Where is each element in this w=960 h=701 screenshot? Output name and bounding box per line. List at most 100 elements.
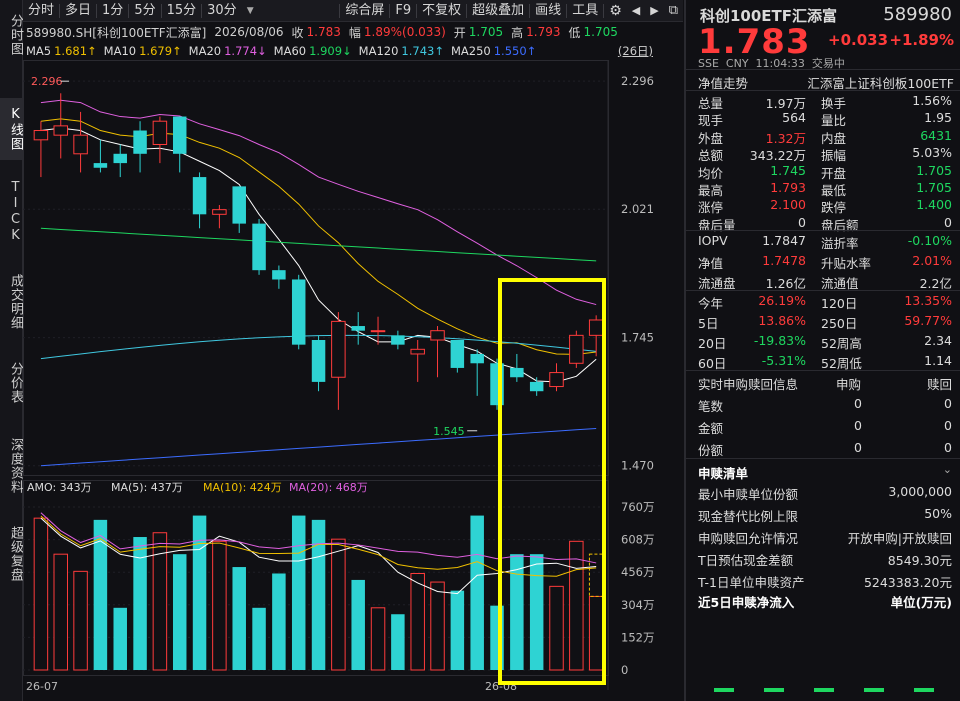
- candle-body-down: [470, 353, 484, 364]
- list-collapse-icon[interactable]: ⌄: [943, 463, 952, 476]
- candle-body-up: [53, 125, 68, 136]
- redeem-cell: 0: [944, 396, 952, 411]
- candle-body-down: [172, 116, 187, 154]
- perf-label: 52周高: [821, 336, 862, 351]
- kline-info-line: 589980.SH[科创100ETF汇添富] 2026/08/06 收 1.78…: [23, 22, 683, 42]
- stats-value: 5.03%: [912, 145, 952, 161]
- list-cell: T日预估现金差额: [698, 553, 794, 568]
- divider: [686, 69, 960, 70]
- composite-screen-button[interactable]: 综合屏: [340, 0, 389, 22]
- next-icon[interactable]: ▶: [645, 0, 663, 22]
- period-timeshare-button[interactable]: 分时: [23, 0, 59, 22]
- tab-tick[interactable]: TICK: [0, 172, 23, 252]
- ma5-label: MA5: [26, 44, 52, 58]
- period-1min-button[interactable]: 1分: [97, 0, 128, 22]
- candle-body-down: [133, 130, 147, 154]
- volume-bar-down: [291, 515, 306, 670]
- settings-icon[interactable]: ⚙: [604, 0, 627, 22]
- kline-chart[interactable]: 2.296 2.021 1.745 1.470 2.296 1.545 AMO: 343万 M…: [23, 60, 683, 701]
- redeem-col-subscribe: 申购: [836, 377, 862, 392]
- candle-body-up: [370, 330, 386, 333]
- tab-kline[interactable]: K线图: [0, 98, 23, 160]
- candle-body-down: [113, 153, 127, 164]
- app-window: 分时图 K线图 TICK 成交明细 分价表 深度资料 超级复盘 分时 多日 1分…: [0, 0, 960, 701]
- tab-timeshare[interactable]: 分时图: [0, 4, 23, 66]
- candle-body-down: [510, 367, 524, 378]
- iopv-value: 1.7478: [762, 253, 806, 268]
- list-cell: 现金替代比例上限: [698, 509, 799, 524]
- ma120-label: MA120: [358, 44, 399, 58]
- ma-line-ma20: [40, 99, 597, 306]
- perf-row: 60日 -5.31% 52周低 1.14: [686, 351, 960, 371]
- stats-value: 1.745: [770, 162, 806, 178]
- f9-button[interactable]: F9: [390, 0, 416, 22]
- restore-icon[interactable]: ⧉: [664, 0, 683, 22]
- volume-tick-label: 456万: [621, 565, 654, 579]
- perf-label: 20日: [698, 336, 727, 351]
- candle-body-up: [430, 330, 445, 341]
- iopv-value: 1.7847: [762, 233, 806, 248]
- super-overlay-button[interactable]: 超级叠加: [467, 0, 529, 22]
- stats-value: 2.100: [770, 197, 806, 213]
- period-dropdown-icon[interactable]: ▼: [242, 0, 259, 22]
- tab-depth[interactable]: 深度资料: [0, 426, 23, 506]
- candle-body-down: [450, 340, 465, 368]
- ma-legend: MA5 1.681↑ MA10 1.679↑ MA20 1.774↓ MA60 …: [23, 42, 683, 60]
- volume-bar-down: [311, 519, 326, 670]
- period-toolbar: 分时 多日 1分 5分 15分 30分 ▼ 综合屏 F9 不复权 超级叠加 画线…: [23, 0, 683, 22]
- iopv-row: IOPV 1.7847 溢折率 -0.10%: [686, 231, 960, 251]
- list-cell: 最小申赎单位份额: [698, 487, 799, 502]
- redeem-row: 金额 0 0: [686, 416, 960, 436]
- tab-price-table[interactable]: 分价表: [0, 352, 23, 414]
- perf-value: -19.83%: [753, 333, 806, 348]
- list-row: 申购赎回允许情况 开放申购|开放赎回: [686, 526, 960, 546]
- period-15min-button[interactable]: 15分: [162, 0, 202, 22]
- perf-value: 2.34: [924, 333, 952, 348]
- flow-bar: [764, 688, 784, 692]
- price-change: +0.033: [828, 31, 889, 49]
- ma120-value: 1.743↑: [401, 44, 444, 58]
- redeem-title: 实时申购赎回信息: [698, 377, 799, 392]
- divider: [686, 458, 960, 459]
- redeem-col-redeem: 赎回: [926, 377, 952, 392]
- perf-row: 20日 -19.83% 52周高 2.34: [686, 331, 960, 351]
- quote-panel: 科创100ETF汇添富 589980 1.783 +0.033 +1.89% S…: [684, 0, 960, 701]
- draw-line-button[interactable]: 画线: [530, 0, 566, 22]
- tools-button[interactable]: 工具: [567, 0, 603, 22]
- period-5min-button[interactable]: 5分: [129, 0, 160, 22]
- ma5-value: 1.681↑: [54, 44, 97, 58]
- perf-label: 250日: [821, 316, 858, 331]
- candle-body-down: [311, 340, 326, 382]
- volume-bar-down: [252, 607, 266, 670]
- tab-replay[interactable]: 超级复盘: [0, 514, 23, 594]
- volume-bar-up: [212, 540, 227, 671]
- candle-body-up: [588, 319, 604, 336]
- period-multiday-button[interactable]: 多日: [60, 0, 96, 22]
- candle-body-up: [33, 130, 49, 141]
- security-code-large: 589980: [883, 4, 952, 25]
- low-marker-label: 1.545: [433, 425, 465, 438]
- ma250-value: 1.550↑: [493, 44, 537, 58]
- list-cell: 8549.30元: [887, 553, 952, 568]
- volume-legend-ma5: MA(5): 437万: [111, 481, 183, 494]
- volume-bar-down: [391, 614, 405, 670]
- iopv-label: IOPV: [698, 233, 728, 248]
- prev-icon[interactable]: ◀: [627, 0, 645, 22]
- iopv-row: 净值 1.7478 升贴水率 2.01%: [686, 251, 960, 271]
- candle-body-up: [410, 348, 425, 355]
- perf-label: 今年: [698, 296, 724, 311]
- volume-bar-down: [232, 567, 246, 670]
- tab-trade-detail[interactable]: 成交明细: [0, 262, 23, 342]
- no-adjust-button[interactable]: 不复权: [417, 0, 466, 22]
- stats-value: 6431: [920, 127, 952, 143]
- ma-days-selector[interactable]: (26日): [618, 43, 653, 59]
- redeem-cell: 笔数: [698, 399, 724, 414]
- list-cell: 5243383.20元: [863, 575, 952, 590]
- price-tick-label: 1.470: [621, 459, 654, 473]
- flow-bars: [686, 688, 960, 694]
- divider: [686, 370, 960, 371]
- high-marker-label: 2.296: [31, 75, 63, 88]
- period-30min-button[interactable]: 30分: [202, 0, 242, 22]
- list-title: 申赎清单: [698, 466, 749, 481]
- candle-body-down: [351, 326, 365, 331]
